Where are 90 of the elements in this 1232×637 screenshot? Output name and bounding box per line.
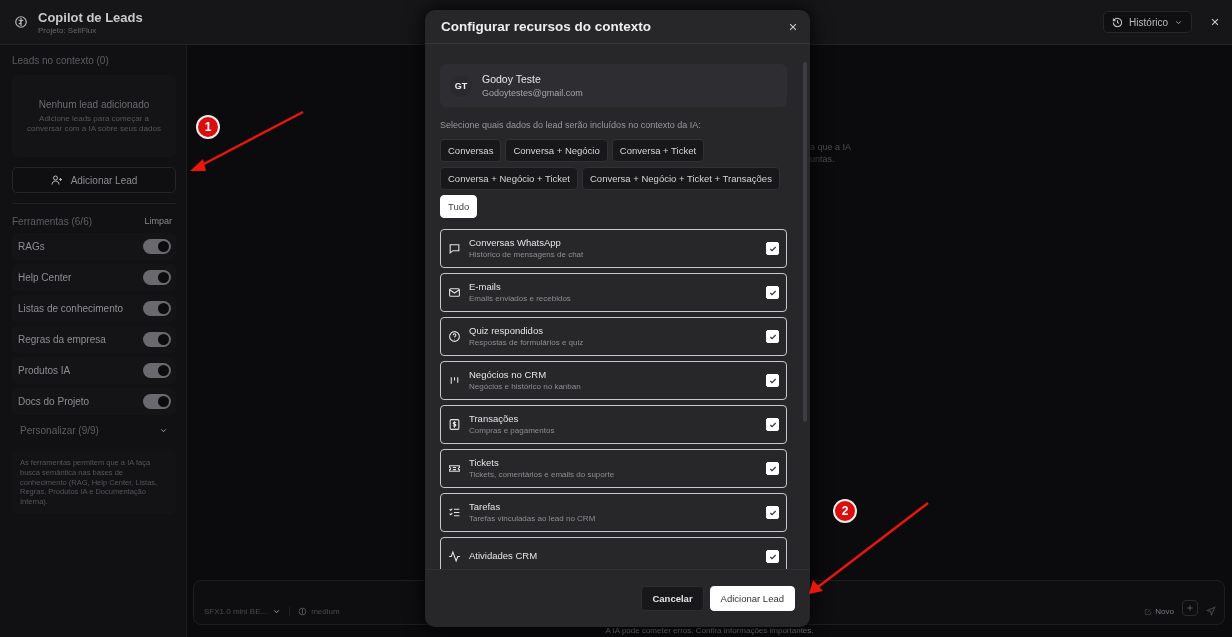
check-icon (768, 244, 777, 253)
chat-icon (448, 242, 461, 255)
edit-icon (1144, 607, 1153, 616)
check-icon (768, 376, 777, 385)
close-icon[interactable] (1210, 17, 1220, 27)
preset-chip[interactable]: Conversa + Negócio (505, 139, 608, 162)
chevron-down-icon (272, 607, 282, 616)
preset-chip[interactable]: Conversa + Ticket (611, 139, 705, 162)
preset-chip[interactable]: Tudo (440, 195, 478, 218)
section-heading: Leads no contexto (0) (12, 55, 110, 66)
kanban-icon (448, 374, 461, 387)
section-heading: Ferramentas (6/6) (12, 216, 93, 227)
option-description: Histórico de mensagens de chat (469, 249, 585, 259)
lead-email: Godoytestes@gmail.com (482, 88, 583, 98)
check-icon (768, 420, 777, 429)
option-title: Conversas WhatsApp (469, 236, 562, 248)
option-title: Negócios no CRM (469, 368, 548, 380)
avatar: GT (450, 74, 472, 97)
checkbox[interactable] (766, 286, 779, 299)
tool-label: Docs do Projeto (18, 396, 90, 407)
plus-icon (1186, 604, 1194, 612)
toggle-switch[interactable] (143, 239, 171, 254)
dialog-title: Configurar recursos do contexto (441, 19, 652, 34)
tool-label: Regras da empresa (18, 334, 106, 345)
preset-chip[interactable]: Conversa + Negócio + Ticket (440, 167, 578, 190)
tool-label: Listas de conhecimento (18, 303, 124, 314)
checkbox[interactable] (766, 550, 779, 563)
add-lead-button[interactable]: Adicionar Lead (12, 167, 176, 193)
toggle-switch[interactable] (143, 363, 171, 378)
checkbox[interactable] (766, 506, 779, 519)
option-title: Tarefas (469, 500, 502, 512)
option-title: Transações (469, 412, 520, 424)
resource-option[interactable]: Tickets Tickets, comentários e emails do suporte (440, 449, 787, 488)
checkbox[interactable] (766, 462, 779, 475)
checkbox[interactable] (766, 242, 779, 255)
activity-icon (448, 550, 461, 563)
dollar-icon (448, 418, 461, 431)
option-description: Negócios e histórico no kanban (469, 381, 582, 391)
option-title: E-mails (469, 280, 502, 292)
close-icon[interactable] (788, 21, 798, 32)
toggle-switch[interactable] (143, 301, 171, 316)
preset-chip[interactable]: Conversas (440, 139, 502, 162)
option-title: Quiz respondidos (469, 324, 544, 336)
resource-option[interactable]: Transações Compras e pagamentos (440, 405, 787, 444)
mail-icon (448, 286, 461, 299)
check-icon (768, 464, 777, 473)
resource-option[interactable]: Conversas WhatsApp Histórico de mensagens de chat (440, 229, 787, 268)
toggle-switch[interactable] (143, 394, 171, 409)
user-plus-icon (50, 174, 63, 186)
checkbox[interactable] (766, 374, 779, 387)
checklist-icon (448, 506, 461, 519)
question-icon (448, 330, 461, 343)
option-description: Respostas de formulários e quiz (469, 337, 585, 347)
add-lead-button[interactable]: Adicionar Lead (709, 586, 795, 611)
resource-option[interactable]: Negócios no CRM Negócios e histórico no kanban (440, 361, 787, 400)
toggle-switch[interactable] (143, 332, 171, 347)
tool-label: RAGs (18, 241, 45, 252)
history-button[interactable]: Histórico (1103, 11, 1192, 33)
preset-chip[interactable]: Conversa + Negócio + Ticket + Transações (582, 167, 780, 190)
clear-link[interactable]: Limpar (144, 216, 172, 227)
project-label: Projeto: SellFlux (38, 25, 97, 35)
cancel-button[interactable]: Cancelar (641, 586, 704, 611)
check-icon (768, 508, 777, 517)
checkbox[interactable] (766, 418, 779, 431)
chevron-down-icon (159, 426, 168, 435)
check-icon (768, 332, 777, 341)
resource-option[interactable]: Quiz respondidos Respostas de formulários e quiz (440, 317, 787, 356)
disclaimer-text: A IA pode cometer erros. Confira informações importantes. (604, 625, 815, 637)
option-description: Compras e pagamentos (469, 425, 556, 435)
check-icon (768, 288, 777, 297)
new-chat-button[interactable]: Novo (1144, 607, 1174, 616)
app-title: Copilot de Leads (38, 9, 143, 25)
option-title: Tickets (469, 456, 500, 468)
resource-option[interactable]: Atividades CRM (440, 537, 787, 569)
check-icon (768, 552, 777, 561)
option-description: Emails enviados e recebidos (469, 293, 572, 303)
lead-name: Godoy Teste (482, 73, 542, 85)
checkbox[interactable] (766, 330, 779, 343)
option-description: Tickets, comentários e emails do suporte (469, 469, 616, 479)
toggle-switch[interactable] (143, 270, 171, 285)
resource-option[interactable]: E-mails Emails enviados e recebidos (440, 273, 787, 312)
history-icon (1112, 16, 1124, 28)
resource-option[interactable]: Tarefas Tarefas vinculadas ao lead no CRM (440, 493, 787, 532)
empty-title: Nenhum lead adicionado (38, 98, 150, 110)
ticket-icon (448, 462, 461, 475)
option-title: Atividades CRM (469, 550, 539, 561)
tool-label: Produtos IA (18, 365, 71, 376)
option-description: Tarefas vinculadas ao lead no CRM (469, 513, 597, 523)
instruction-text: Selecione quais dados do lead serão incluídos no contexto da IA: (440, 120, 702, 130)
tool-label: Help Center (18, 272, 72, 283)
